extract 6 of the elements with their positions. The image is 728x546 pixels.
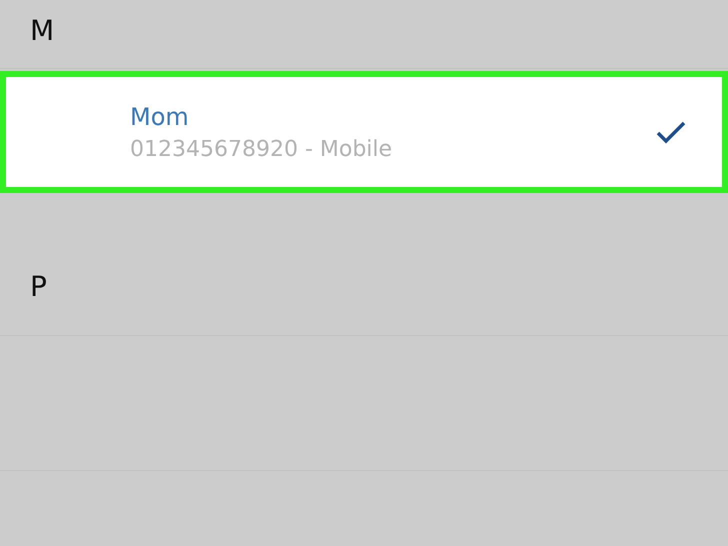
contact-number: 012345678920 - Mobile (130, 136, 394, 162)
section-letter: P (30, 270, 47, 302)
section-letter: M (30, 14, 54, 47)
contact-row[interactable]: Mom 012345678920 - Mobile (0, 71, 728, 193)
checkmark-icon (656, 120, 686, 144)
contact-name: Mom (130, 102, 190, 130)
